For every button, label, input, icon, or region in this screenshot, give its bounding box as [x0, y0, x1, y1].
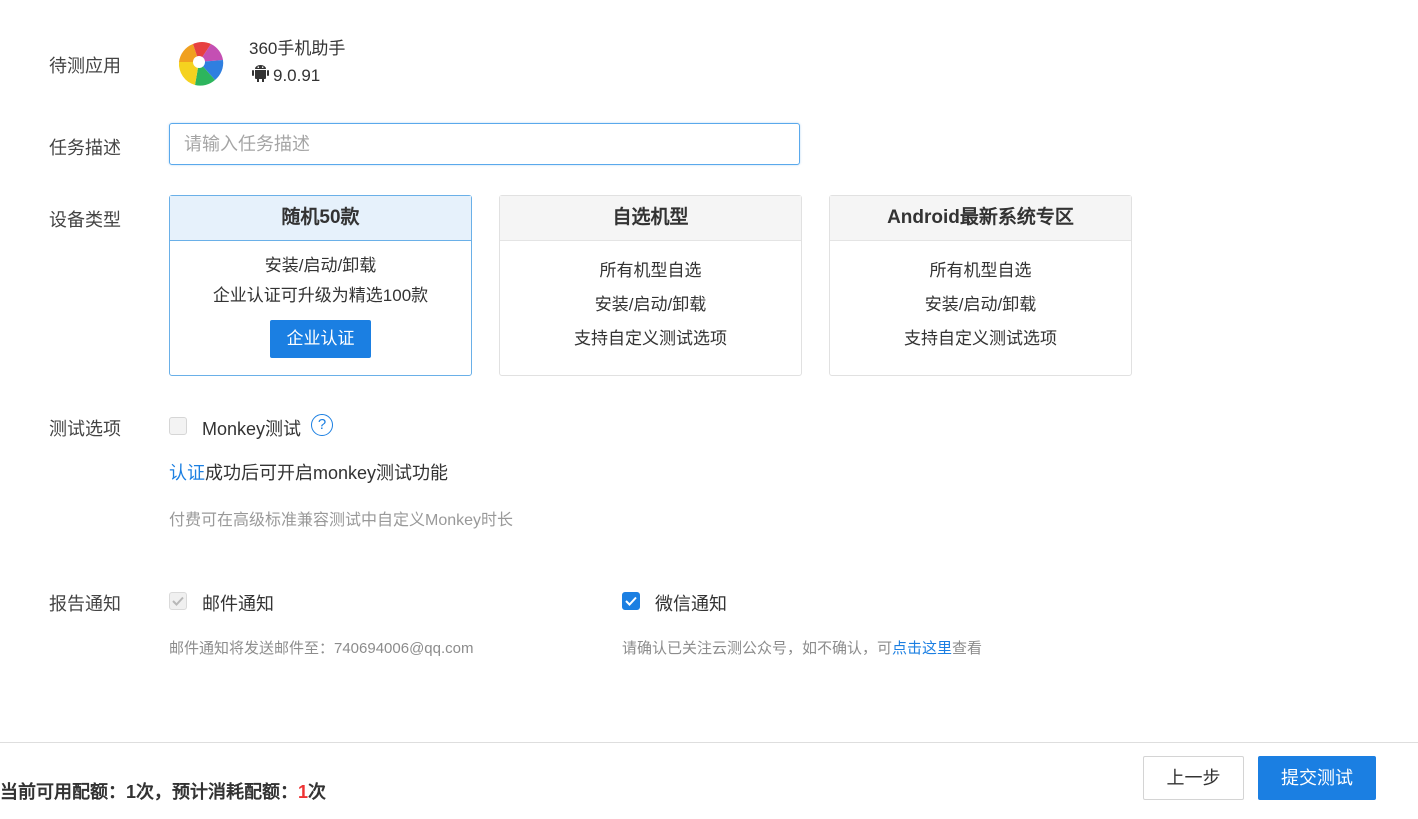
label-test-options: 测试选项: [49, 419, 121, 439]
card-line: 安装/启动/卸载: [594, 295, 707, 314]
label-device: 设备类型: [49, 210, 121, 230]
quota-sep: ，: [154, 782, 173, 802]
monkey-cert-note: 认证成功后可开启monkey测试功能: [169, 459, 448, 485]
wechat-note: 请确认已关注云测公众号，如不确认，可点击这里查看: [622, 637, 982, 658]
card-line: 安装/启动/卸载: [924, 295, 1037, 314]
monkey-label: Monkey测试: [202, 419, 302, 439]
email-checkbox[interactable]: [169, 592, 187, 610]
estimate-unit: 次: [308, 782, 327, 802]
submit-test-button[interactable]: 提交测试: [1258, 756, 1376, 800]
monkey-checkbox[interactable]: [169, 417, 187, 435]
quota-label: 当前可用配额：: [0, 782, 126, 802]
quota-info: 当前可用配额：1次，预计消耗配额：1次: [0, 778, 326, 804]
android-icon: [252, 64, 269, 87]
email-label: 邮件通知: [202, 594, 274, 614]
card-title: Android最新系统专区: [830, 196, 1131, 241]
device-card-custom[interactable]: 自选机型 所有机型自选 安装/启动/卸载 支持自定义测试选项: [499, 195, 802, 376]
email-note: 邮件通知将发送邮件至：740694006@qq.com: [169, 640, 474, 657]
wechat-note-prefix: 请确认已关注云测公众号，如不确认，可: [622, 640, 893, 657]
estimate-value: 1: [298, 782, 309, 802]
check-icon: [172, 596, 184, 606]
cert-note-text: 成功后可开启monkey测试功能: [205, 463, 449, 483]
check-icon: [625, 596, 637, 606]
card-title: 自选机型: [500, 196, 801, 241]
estimate-label: 预计消耗配额：: [172, 782, 299, 802]
certify-link[interactable]: 认证: [169, 463, 205, 483]
card-line: 所有机型自选: [599, 261, 702, 280]
card-line: 企业认证可升级为精选100款: [212, 286, 429, 305]
device-card-android-latest[interactable]: Android最新系统专区 所有机型自选 安装/启动/卸载 支持自定义测试选项: [829, 195, 1132, 376]
footer-divider: [0, 742, 1418, 743]
card-title: 随机50款: [170, 196, 471, 241]
card-line: 支持自定义测试选项: [574, 329, 727, 348]
card-line: 安装/启动/卸载: [264, 256, 377, 275]
paid-note: 付费可在高级标准兼容测试中自定义Monkey时长: [169, 512, 514, 529]
wechat-label: 微信通知: [655, 594, 727, 614]
card-line: 支持自定义测试选项: [904, 329, 1057, 348]
app-name: 360手机助手: [249, 39, 346, 58]
question-circle-icon[interactable]: ?: [311, 414, 333, 436]
label-app: 待测应用: [49, 56, 121, 76]
click-here-link[interactable]: 点击这里: [892, 640, 952, 657]
card-line: 所有机型自选: [929, 261, 1032, 280]
enterprise-certify-button[interactable]: 企业认证: [270, 320, 371, 358]
app-version-row: 9.0.91: [252, 64, 320, 87]
device-card-random50[interactable]: 随机50款 安装/启动/卸载 企业认证可升级为精选100款 企业认证: [169, 195, 472, 376]
label-report: 报告通知: [49, 594, 121, 614]
label-task: 任务描述: [49, 138, 121, 158]
app-version: 9.0.91: [273, 65, 321, 85]
wechat-note-suffix: 查看: [952, 640, 983, 657]
quota-value: 1次: [126, 782, 155, 802]
app-logo-icon: [174, 37, 228, 91]
wechat-checkbox[interactable]: [622, 592, 640, 610]
prev-step-button[interactable]: 上一步: [1143, 756, 1244, 800]
task-description-input[interactable]: [169, 123, 800, 165]
